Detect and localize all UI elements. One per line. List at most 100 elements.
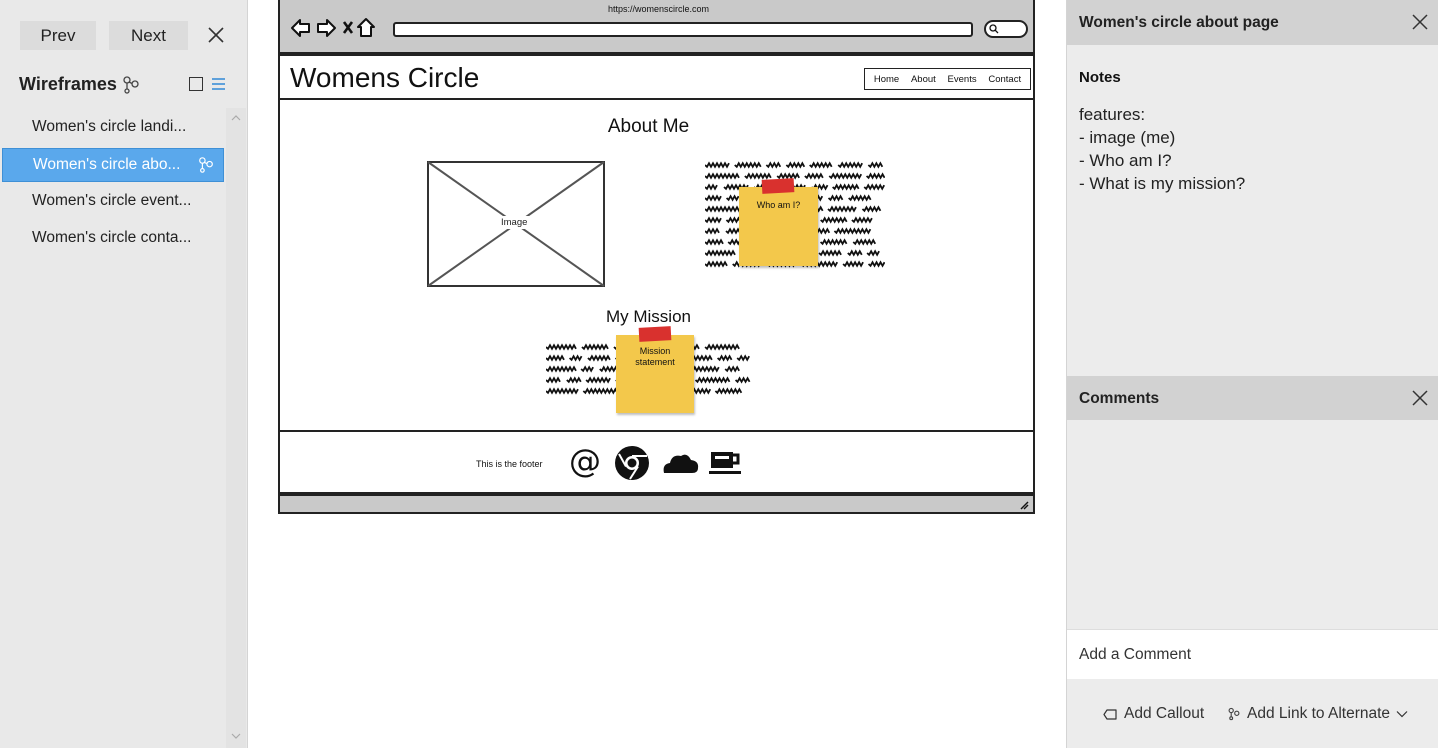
footer-text: This is the footer <box>476 459 543 469</box>
properties-panel: Women's circle about page Notes features… <box>1066 0 1438 748</box>
scribble-word <box>804 172 824 180</box>
list-item[interactable]: Women's circle landi... <box>0 108 226 146</box>
nav-link-home[interactable]: Home <box>874 74 899 85</box>
scribble-word <box>568 354 583 362</box>
add-link-label: Add Link to Alternate <box>1247 705 1391 722</box>
list-item-label: Women's circle event... <box>32 191 192 209</box>
scribble-word <box>828 172 863 180</box>
svg-text:@: @ <box>569 444 601 480</box>
scribble-word <box>581 343 609 351</box>
stop-icon <box>342 21 354 34</box>
scribble-word <box>724 365 740 373</box>
scribble-word <box>725 194 740 202</box>
notes-text[interactable]: features: - image (me) - Who am I? - Wha… <box>1079 103 1245 195</box>
sticky-note[interactable]: Who am I? <box>739 178 818 266</box>
list-item[interactable]: Women's circle conta... <box>0 219 226 257</box>
add-callout-button[interactable]: Add Callout <box>1103 705 1204 723</box>
scribble-word <box>866 249 880 257</box>
add-link-to-alternate-button[interactable]: Add Link to Alternate <box>1227 705 1408 723</box>
scribble-word <box>716 354 733 362</box>
scribble-word <box>736 354 750 362</box>
wireframes-title: Wireframes <box>19 74 117 94</box>
web-page: Womens Circle Home About Events Contact … <box>278 54 1035 494</box>
scribble-word <box>848 194 872 202</box>
close-icon[interactable] <box>206 25 226 45</box>
scribble-word <box>705 238 724 246</box>
address-bar[interactable] <box>393 22 973 37</box>
scribble-word <box>546 365 577 373</box>
search-field[interactable] <box>984 20 1028 38</box>
close-icon[interactable] <box>1411 389 1429 407</box>
scribble-word <box>744 172 772 180</box>
wireframe-list: Women's circle landi... Women's circle a… <box>0 108 226 257</box>
browser-window-mockup[interactable]: https://womenscircle.com Womens Circle H… <box>278 0 1035 514</box>
image-label: Image <box>499 216 530 229</box>
scribble-word <box>705 183 718 191</box>
scribble-word <box>580 365 594 373</box>
list-item-label: Women's circle landi... <box>32 118 187 135</box>
close-icon[interactable] <box>1411 13 1429 31</box>
site-title: Womens Circle <box>290 62 480 93</box>
scribble-word <box>704 343 740 351</box>
alternate-link-icon[interactable] <box>121 75 141 95</box>
scribble-word <box>847 249 863 257</box>
sticky-note-text: Mission statement <box>616 346 694 368</box>
home-icon <box>357 18 375 37</box>
nav-link-events[interactable]: Events <box>948 74 977 85</box>
comments-title: Comments <box>1079 390 1160 407</box>
wireframes-panel: Prev Next Wireframes Women's circle land… <box>0 0 248 748</box>
sticky-note-line: Mission <box>639 346 671 356</box>
browser-status-bar <box>278 494 1035 514</box>
scribble-word <box>851 216 873 224</box>
list-item-label: Women's circle abo... <box>33 155 181 173</box>
notes-label: Notes <box>1079 69 1121 86</box>
scribble-word <box>705 260 728 268</box>
next-button[interactable]: Next <box>109 21 188 50</box>
notes-line: - image (me) <box>1079 128 1176 147</box>
back-arrow-icon <box>291 19 310 37</box>
prev-button[interactable]: Prev <box>20 21 96 50</box>
sticky-note-line: statement <box>635 357 675 367</box>
comments-header: Comments <box>1067 376 1438 420</box>
mission-heading: My Mission <box>605 307 691 326</box>
scribble-word <box>765 161 782 169</box>
resize-grip-icon[interactable] <box>1019 500 1029 510</box>
list-item-selected[interactable]: Women's circle abo... <box>2 147 224 182</box>
scribble-word <box>705 249 736 257</box>
scribble-word <box>546 354 565 362</box>
scribble-word <box>714 387 743 395</box>
scribble-word <box>837 161 863 169</box>
nav-link-about[interactable]: About <box>911 74 936 85</box>
chevron-up-icon[interactable] <box>231 114 241 122</box>
tape <box>638 326 672 342</box>
scribble-word <box>776 172 800 180</box>
about-heading: About Me <box>607 116 690 137</box>
scrollbar[interactable] <box>226 108 246 748</box>
scribble-word <box>705 227 720 235</box>
scribble-word <box>705 161 730 169</box>
list-view-icon[interactable] <box>211 77 226 91</box>
at-icon: @ <box>569 444 601 480</box>
nav-link-contact[interactable]: Contact <box>988 74 1021 85</box>
alternate-link-icon <box>1228 707 1240 721</box>
notes-line: features: <box>1079 105 1146 124</box>
notes-line: - Who am I? <box>1079 151 1172 170</box>
comment-input[interactable]: Add a Comment <box>1067 629 1438 679</box>
wireframe-title: Women's circle about page <box>1079 14 1279 31</box>
scribble-word <box>705 205 742 213</box>
scribble-word <box>863 183 885 191</box>
scribble-word <box>827 205 857 213</box>
scribble-word <box>819 238 848 246</box>
cloud-icon <box>663 454 699 473</box>
list-item[interactable]: Women's circle event... <box>0 182 226 220</box>
scribble-word <box>833 227 872 235</box>
single-view-icon[interactable] <box>189 77 203 91</box>
scribble-word <box>546 376 561 384</box>
footer-icons: @ <box>569 444 741 480</box>
chevron-down-icon[interactable] <box>231 732 241 740</box>
sticky-note[interactable]: Mission statement <box>616 326 694 413</box>
notes-line: - What is my mission? <box>1079 174 1246 193</box>
chevron-down-icon[interactable] <box>1396 710 1408 718</box>
scribble-word <box>861 205 882 213</box>
callout-icon <box>1103 708 1117 720</box>
